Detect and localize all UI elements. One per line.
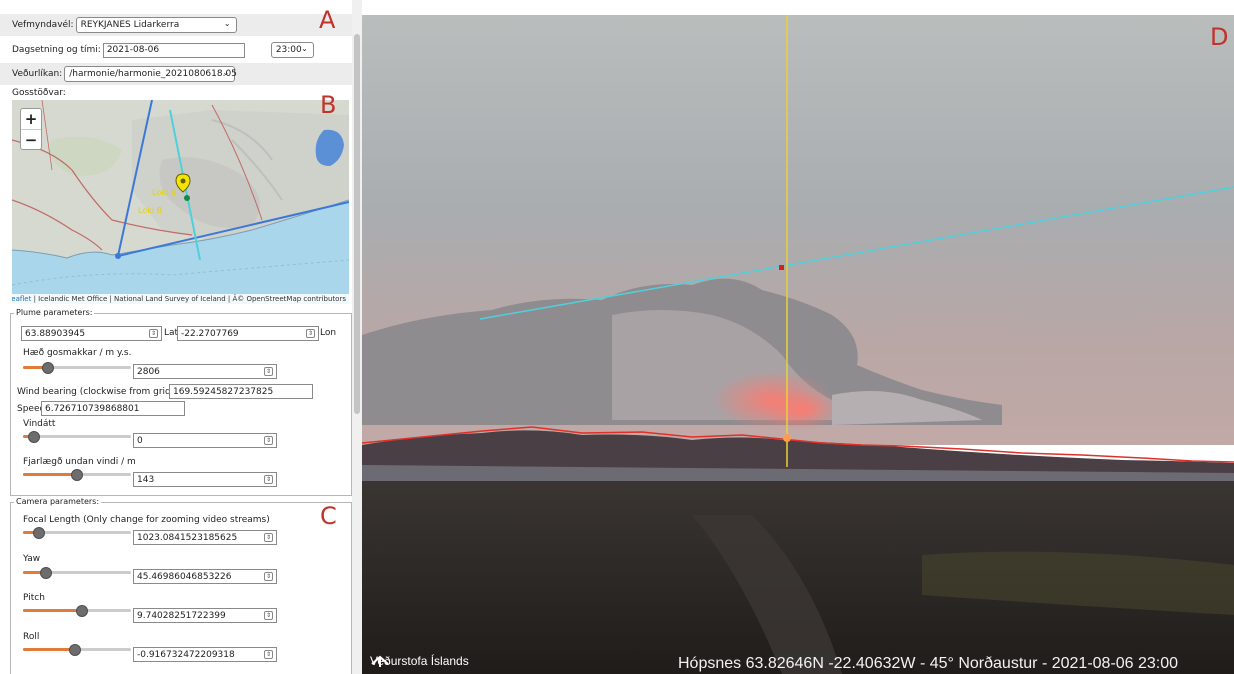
pitch-input[interactable]: 9.74028251722399 ⇕ <box>133 608 277 623</box>
chevron-down-icon: ⌄ <box>222 68 230 77</box>
marker-label-1: Loki B <box>152 188 176 197</box>
model-row: Veðurlíkan: /harmonie/harmonie_202108061… <box>0 63 352 85</box>
time-select-value: 23:00 <box>275 45 302 55</box>
roll-input[interactable]: -0.916732472209318 ⇕ <box>133 647 277 662</box>
lon-value: -22.2707769 <box>181 328 239 339</box>
spinner-icon[interactable]: ⇕ <box>264 533 273 542</box>
annotation-a: A <box>319 6 336 34</box>
focal-label: Focal Length (Only change for zooming vi… <box>23 515 270 525</box>
control-panel: Vefmyndavél: REYKJANES Lidarkerra ⌄ Dags… <box>0 0 362 674</box>
pitch-label: Pitch <box>23 593 45 603</box>
spinner-icon[interactable]: ⇕ <box>264 475 273 484</box>
yaw-label: Yaw <box>23 554 41 564</box>
annotation-b: B <box>320 91 337 119</box>
zoom-control: + − <box>20 108 42 150</box>
height-input[interactable]: 2806 ⇕ <box>133 364 277 379</box>
slider-thumb[interactable] <box>42 362 54 374</box>
slider-thumb[interactable] <box>28 431 40 443</box>
attribution-text: | Icelandic Met Office | National Land S… <box>31 295 346 303</box>
map-attribution: Leaflet | Icelandic Met Office | Nationa… <box>12 294 349 304</box>
vindatt-label: Vindátt <box>23 419 56 429</box>
lon-input[interactable]: -22.2707769 ⇕ <box>177 326 319 341</box>
camera-select-value: REYKJANES Lidarkerra <box>80 20 180 30</box>
slider-thumb[interactable] <box>69 644 81 656</box>
date-row: Dagsetning og tími: 2021-08-06 23:00 ⌄ <box>0 39 352 61</box>
camera-caption: Hópsnes 63.82646N -22.40632W - 45° Norða… <box>678 655 1179 672</box>
annotation-c: C <box>320 502 337 530</box>
spinner-icon[interactable]: ⇕ <box>264 367 273 376</box>
slider-thumb[interactable] <box>76 605 88 617</box>
marker-label-2: Loki B <box>138 206 162 215</box>
model-label: Veðurlíkan: <box>12 69 63 79</box>
vindatt-slider[interactable] <box>23 431 131 443</box>
chevron-down-icon: ⌄ <box>301 44 308 53</box>
plume-legend: Plume parameters: <box>14 308 95 317</box>
focal-slider[interactable] <box>23 527 131 539</box>
model-select-value: /harmonie/harmonie_2021080618.05 <box>69 69 237 79</box>
distance-input[interactable]: 143 ⇕ <box>133 472 277 487</box>
camera-select-label: Vefmyndavél: <box>12 20 74 30</box>
spinner-icon[interactable]: ⇕ <box>264 611 273 620</box>
height-value: 2806 <box>137 366 160 377</box>
roll-slider[interactable] <box>23 644 131 656</box>
yaw-slider[interactable] <box>23 567 131 579</box>
camera-image <box>362 15 1234 674</box>
lat-value: 63.88903945 <box>25 328 86 339</box>
leaflet-link[interactable]: Leaflet <box>12 295 31 303</box>
camera-row: Vefmyndavél: REYKJANES Lidarkerra ⌄ <box>0 14 352 36</box>
spinner-icon[interactable]: ⇕ <box>264 436 273 445</box>
spinner-icon[interactable]: ⇕ <box>264 650 273 659</box>
annotation-d: D <box>1210 23 1229 51</box>
vindatt-input[interactable]: 0 ⇕ <box>133 433 277 448</box>
date-input[interactable]: 2021-08-06 <box>102 42 245 58</box>
spinner-icon[interactable]: ⇕ <box>306 329 315 338</box>
pitch-value: 9.74028251722399 <box>137 610 226 621</box>
time-select[interactable]: 23:00 ⌄ <box>270 42 314 58</box>
distance-slider[interactable] <box>23 469 131 481</box>
focal-input[interactable]: 1023.0841523185625 ⇕ <box>133 530 277 545</box>
slider-thumb[interactable] <box>40 567 52 579</box>
pitch-slider[interactable] <box>23 605 131 617</box>
lat-label: Lat <box>164 328 179 338</box>
lat-input[interactable]: 63.88903945 ⇕ <box>21 326 162 341</box>
camera-parameters: Camera parameters: Focal Length (Only ch… <box>10 497 352 674</box>
vent-map[interactable]: Loki B Loki B + − Leaflet | Icelandic Me… <box>12 100 349 304</box>
camera-view[interactable]: D Veðurstofa Íslands Hópsnes 63.82646N -… <box>362 15 1234 674</box>
vedurstofa-logo: Veðurstofa Íslands <box>370 654 469 668</box>
zoom-in-button[interactable]: + <box>21 109 41 129</box>
vedurstofa-logo-icon <box>371 655 389 667</box>
distance-value: 143 <box>137 474 155 485</box>
height-label: Hæð gosmakkar / m y.s. <box>23 348 132 358</box>
plume-parameters: Plume parameters: 63.88903945 ⇕ Lat -22.… <box>10 308 352 496</box>
wind-bearing-input[interactable]: 169.59245827237825 <box>169 384 313 399</box>
chevron-down-icon: ⌄ <box>223 19 231 28</box>
focal-value: 1023.0841523185625 <box>137 532 238 543</box>
speed-input[interactable]: 6.726710739868801 <box>41 401 185 416</box>
roll-value: -0.916732472209318 <box>137 649 235 660</box>
vents-label: Gosstöðvar: <box>12 88 66 98</box>
slider-thumb[interactable] <box>71 469 83 481</box>
distance-label: Fjarlægð undan vindi / m <box>23 457 136 467</box>
model-select[interactable]: /harmonie/harmonie_2021080618.05 ⌄ <box>64 66 237 82</box>
zoom-out-button[interactable]: − <box>21 129 41 149</box>
yaw-value: 45.46986046853226 <box>137 571 232 582</box>
camera-select[interactable]: REYKJANES Lidarkerra ⌄ <box>75 17 237 33</box>
yaw-input[interactable]: 45.46986046853226 ⇕ <box>133 569 277 584</box>
lon-label: Lon <box>320 328 337 338</box>
panel-scrollbar-thumb[interactable] <box>354 34 360 414</box>
camera-legend: Camera parameters: <box>14 497 102 506</box>
height-slider[interactable] <box>23 362 131 374</box>
spinner-icon[interactable]: ⇕ <box>264 572 273 581</box>
vindatt-value: 0 <box>137 435 143 446</box>
date-label: Dagsetning og tími: <box>12 45 101 55</box>
roll-label: Roll <box>23 632 40 642</box>
spinner-icon[interactable]: ⇕ <box>149 329 158 338</box>
slider-thumb[interactable] <box>33 527 45 539</box>
map-canvas: Loki B Loki B <box>12 100 349 304</box>
